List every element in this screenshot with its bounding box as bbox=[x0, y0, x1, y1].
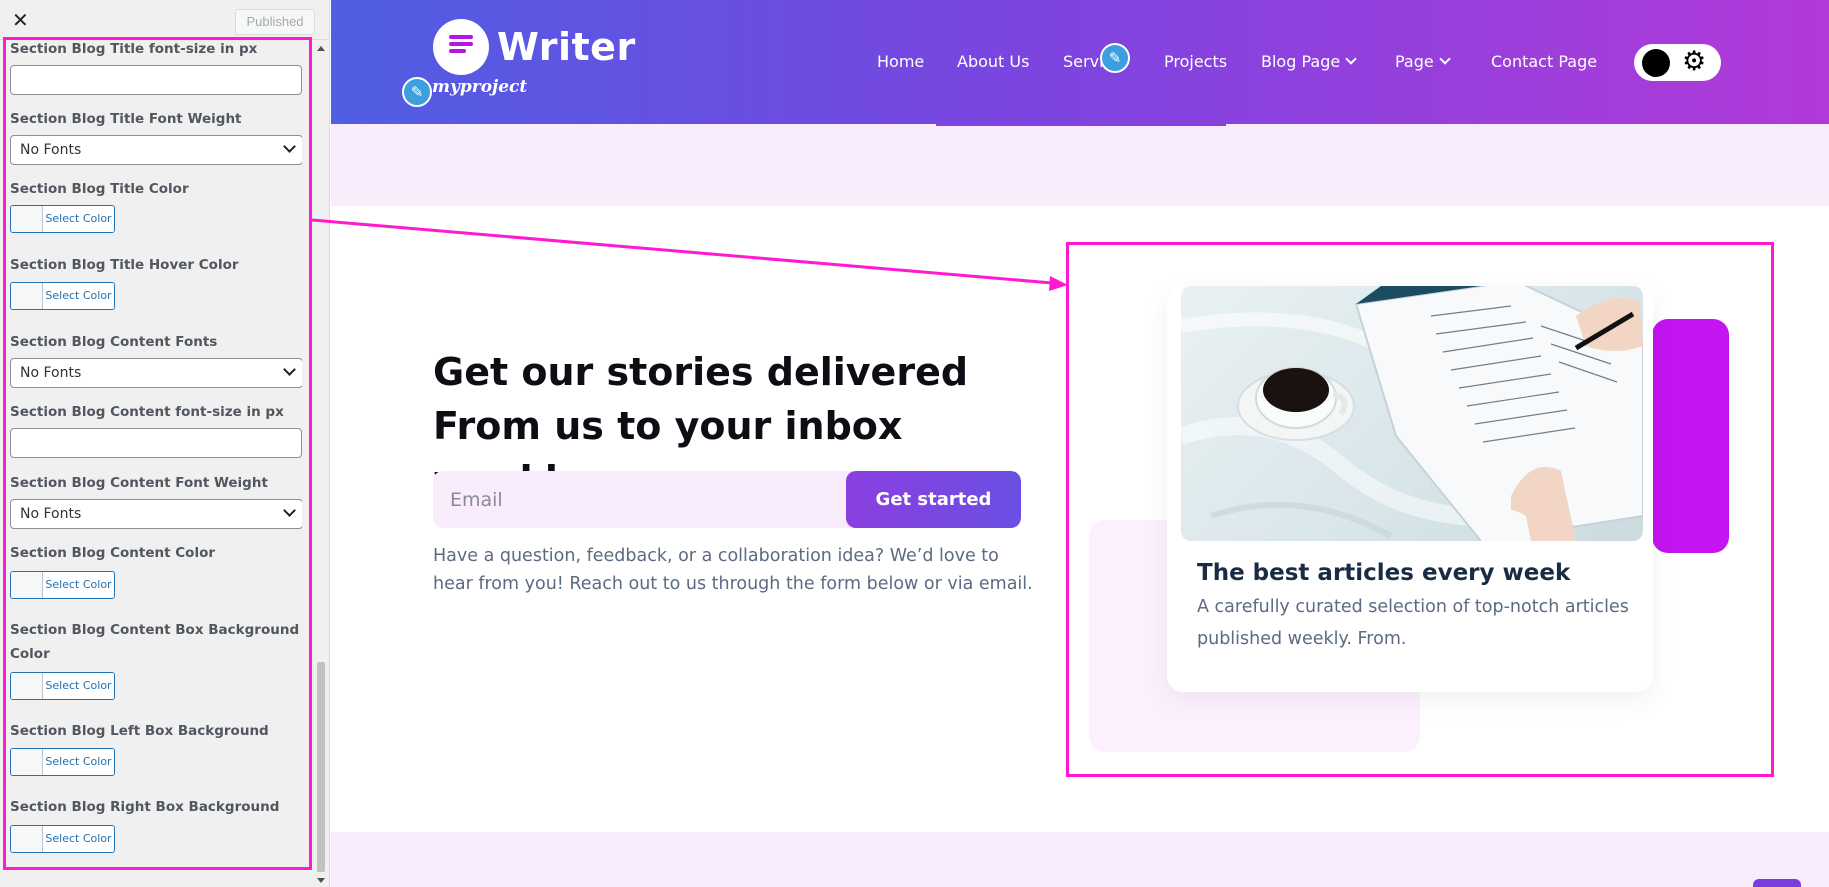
field-label: Section Blog Title Hover Color bbox=[10, 257, 239, 273]
field-label: Section Blog Content Box Background bbox=[10, 622, 300, 638]
title-color-button[interactable]: Select Color bbox=[10, 205, 115, 233]
field-label: Section Blog Content Color bbox=[10, 545, 216, 561]
chevron-down-icon bbox=[1439, 53, 1451, 65]
gear-icon: ⚙ bbox=[1682, 46, 1707, 77]
customizer-panel: Section Blog Title font-size in px Secti… bbox=[10, 40, 302, 870]
select-color-label: Select Color bbox=[43, 826, 114, 852]
select-color-label: Select Color bbox=[43, 283, 114, 309]
logo-icon[interactable] bbox=[433, 19, 489, 75]
content-fonts-select[interactable]: No Fonts bbox=[10, 358, 302, 388]
customizer-sidebar: ✕ Published Section Blog Title font-size… bbox=[0, 0, 330, 887]
content-font-size-input[interactable] bbox=[10, 428, 302, 458]
nav-item-page[interactable]: Page bbox=[1395, 50, 1451, 74]
nav-item-projects[interactable]: Projects bbox=[1164, 50, 1227, 74]
color-swatch bbox=[11, 206, 43, 232]
select-value: No Fonts bbox=[20, 365, 82, 381]
site-preview: Writer ✎ myproject Home About Us Servi ✎… bbox=[331, 0, 1829, 887]
content-color-button[interactable]: Select Color bbox=[10, 571, 115, 599]
email-input[interactable] bbox=[433, 471, 845, 528]
scroll-to-top-button[interactable] bbox=[1753, 879, 1801, 887]
chevron-down-icon bbox=[283, 504, 296, 517]
site-logo-text[interactable]: Writer bbox=[497, 24, 636, 70]
color-swatch bbox=[11, 673, 43, 699]
field-label: Section Blog Content Fonts bbox=[10, 334, 218, 350]
published-button[interactable]: Published bbox=[235, 9, 315, 35]
customizer-header: ✕ Published bbox=[0, 0, 329, 40]
field-label: Section Blog Title Font Weight bbox=[10, 111, 242, 127]
sidebar-scrollbar[interactable] bbox=[314, 40, 328, 887]
edit-pencil-icon[interactable]: ✎ bbox=[402, 77, 432, 107]
nav-label: Page bbox=[1395, 52, 1434, 71]
nav-item-home[interactable]: Home bbox=[877, 50, 924, 74]
field-label-continued: Color bbox=[10, 646, 50, 662]
select-color-label: Select Color bbox=[43, 673, 114, 699]
title-font-weight-select[interactable]: No Fonts bbox=[10, 135, 302, 165]
color-swatch bbox=[11, 572, 43, 598]
content-font-weight-select[interactable]: No Fonts bbox=[10, 499, 302, 529]
color-swatch bbox=[11, 283, 43, 309]
title-hover-color-button[interactable]: Select Color bbox=[10, 282, 115, 310]
nav-label: Blog Page bbox=[1261, 52, 1341, 71]
scroll-down-icon[interactable] bbox=[317, 878, 325, 883]
select-value: No Fonts bbox=[20, 142, 82, 158]
field-label: Section Blog Content font-size in px bbox=[10, 404, 284, 420]
site-header: Writer ✎ myproject Home About Us Servi ✎… bbox=[331, 0, 1829, 124]
left-box-bg-color-button[interactable]: Select Color bbox=[10, 748, 115, 776]
color-swatch bbox=[11, 826, 43, 852]
next-section-band bbox=[331, 832, 1829, 887]
newsletter-description: Have a question, feedback, or a collabor… bbox=[433, 546, 1033, 594]
chevron-down-icon bbox=[283, 363, 296, 376]
field-label: Section Blog Title font-size in px bbox=[10, 41, 258, 57]
nav-item-services[interactable]: Servi bbox=[1063, 50, 1104, 74]
theme-toggle[interactable]: ⚙ bbox=[1634, 44, 1721, 81]
select-color-label: Select Color bbox=[43, 749, 114, 775]
nav-item-contact-page[interactable]: Contact Page bbox=[1491, 50, 1597, 74]
chevron-down-icon bbox=[1345, 53, 1357, 65]
scroll-up-icon[interactable] bbox=[317, 46, 325, 51]
right-box-bg-color-button[interactable]: Select Color bbox=[10, 825, 115, 853]
edit-pencil-icon[interactable]: ✎ bbox=[1100, 43, 1130, 73]
subscribe-form: Get started bbox=[433, 471, 1021, 528]
content-box-bg-color-button[interactable]: Select Color bbox=[10, 672, 115, 700]
chevron-down-icon bbox=[283, 140, 296, 153]
title-font-size-input[interactable] bbox=[10, 65, 302, 95]
toggle-knob bbox=[1642, 49, 1670, 77]
scroll-thumb[interactable] bbox=[317, 662, 325, 872]
nav-item-about-us[interactable]: About Us bbox=[957, 50, 1029, 74]
previous-section-band bbox=[331, 124, 1829, 206]
field-label: Section Blog Title Color bbox=[10, 181, 189, 197]
select-color-label: Select Color bbox=[43, 572, 114, 598]
select-value: No Fonts bbox=[20, 506, 82, 522]
site-tagline: myproject bbox=[432, 77, 528, 97]
nav-item-blog-page[interactable]: Blog Page bbox=[1261, 50, 1357, 74]
get-started-button[interactable]: Get started bbox=[846, 471, 1021, 528]
section-tab-edge bbox=[936, 124, 1226, 126]
field-label: Section Blog Content Font Weight bbox=[10, 475, 268, 491]
card-highlight-box bbox=[1066, 242, 1774, 777]
newsletter-title-line1: Get our stories delivered bbox=[433, 350, 969, 394]
select-color-label: Select Color bbox=[43, 206, 114, 232]
color-swatch bbox=[11, 749, 43, 775]
close-icon[interactable]: ✕ bbox=[12, 9, 29, 31]
